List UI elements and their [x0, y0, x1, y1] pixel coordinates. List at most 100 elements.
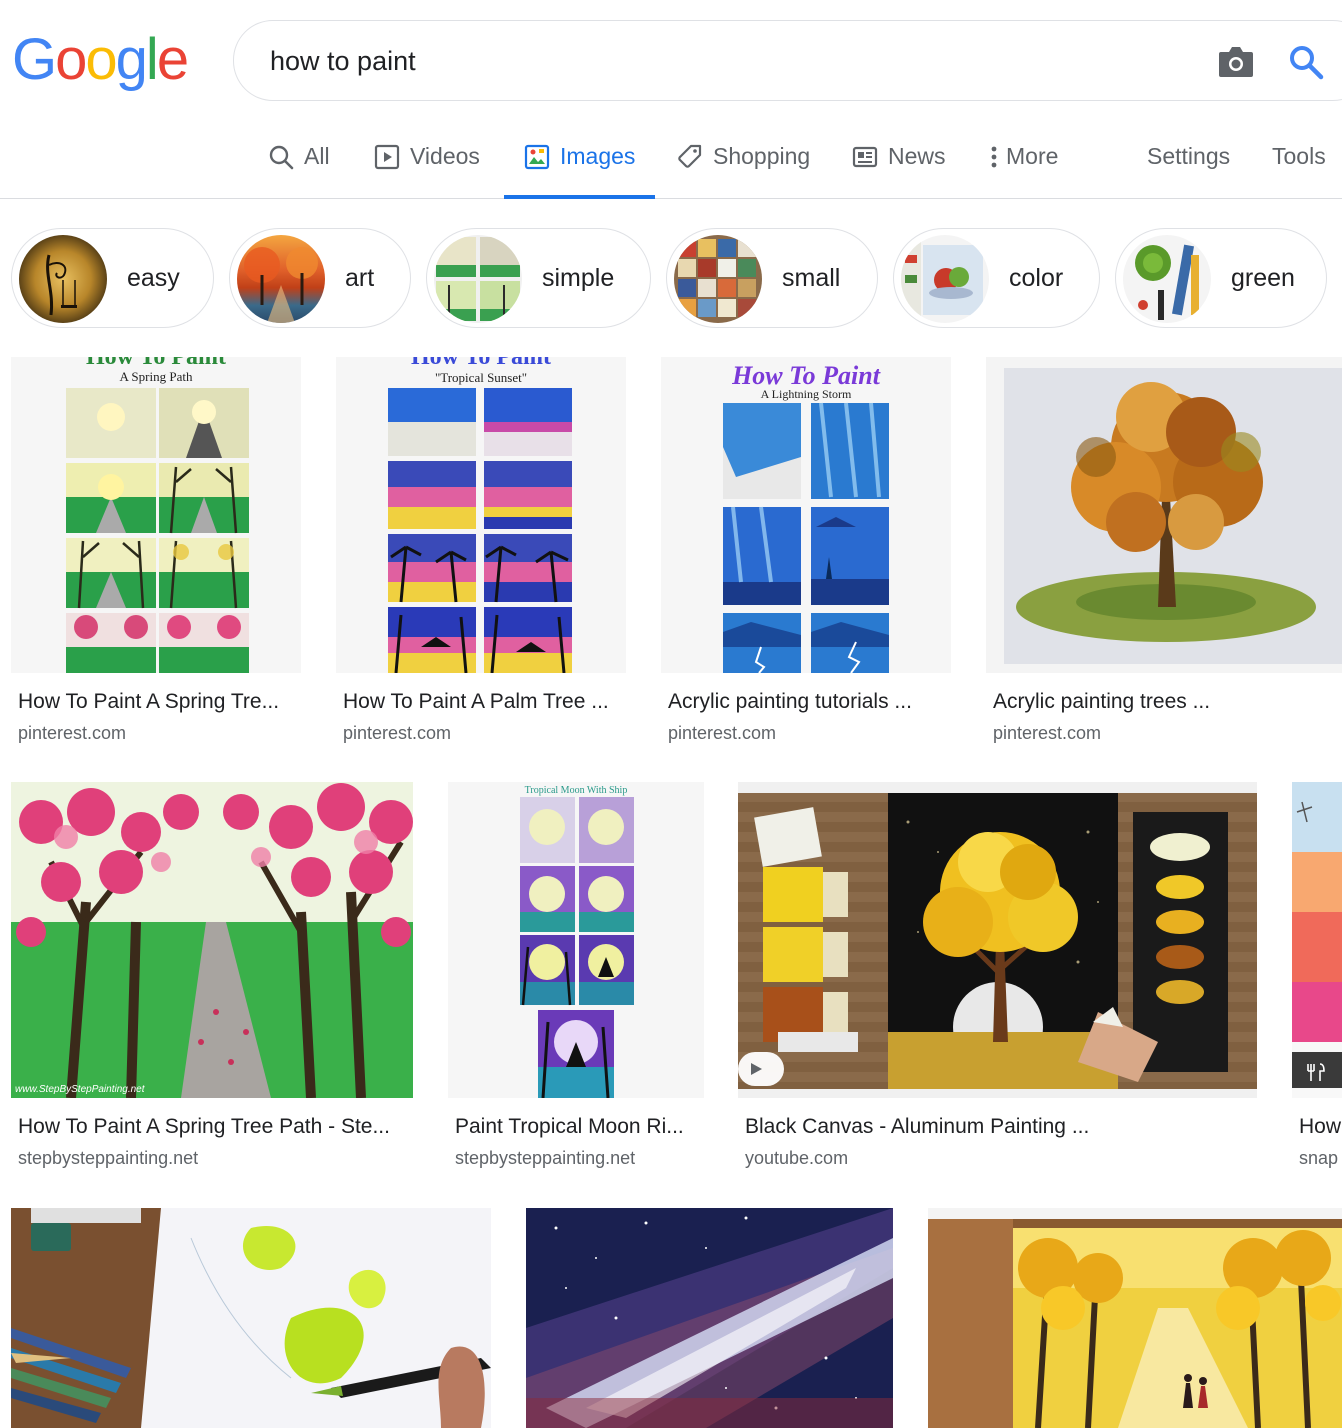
svg-text:Tropical Moon With Ship: Tropical Moon With Ship	[525, 785, 628, 796]
logo-letter-g2: g	[115, 27, 148, 92]
play-icon	[751, 1063, 762, 1075]
result-title: How To Paint A Spring Tree Path - Ste...	[18, 1115, 390, 1138]
result-domain: pinterest.com	[18, 723, 127, 743]
chip-green-label: green	[1231, 264, 1295, 292]
result-tile[interactable]: How To Paint A Lightning Storm Acrylic p…	[661, 357, 951, 757]
result-tile[interactable]: How To Paint A Spring Path How To Paint …	[11, 357, 301, 757]
chip-art[interactable]: art	[229, 228, 411, 328]
chip-easy-thumbnail	[19, 235, 107, 323]
tab-more-label: More	[1006, 143, 1059, 169]
logo-letter-o1: o	[55, 27, 87, 92]
tab-videos-label: Videos	[410, 143, 480, 169]
chip-art-label: art	[345, 264, 375, 292]
chip-green[interactable]: green	[1115, 228, 1327, 328]
search-input[interactable]	[270, 43, 1170, 79]
video-icon	[374, 144, 400, 176]
chip-simple-thumbnail	[434, 235, 522, 323]
video-play-badge	[738, 1052, 784, 1086]
chip-color[interactable]: color	[893, 228, 1100, 328]
tools-link[interactable]: Tools	[1272, 130, 1326, 198]
result-thumbnail	[1292, 782, 1342, 1098]
search-tabs: All Videos Images Shopping News More Set…	[0, 130, 1342, 199]
result-tile[interactable]: How snap	[1292, 782, 1342, 1182]
chip-small-label: small	[782, 264, 841, 292]
result-domain: pinterest.com	[993, 723, 1102, 743]
more-vertical-icon	[988, 144, 1000, 176]
result-tile[interactable]: How To Paint "Tropical Sunset" How To Pa…	[336, 357, 626, 757]
result-tile[interactable]: Black Canvas - Aluminum Painting ... you…	[738, 782, 1257, 1182]
image-icon	[524, 144, 550, 176]
svg-text:"Tropical Sunset": "Tropical Sunset"	[435, 370, 527, 385]
tab-videos[interactable]: Videos	[374, 130, 480, 198]
svg-text:How To Paint: How To Paint	[411, 357, 551, 370]
result-title: Paint Tropical Moon Ri...	[455, 1115, 684, 1138]
result-thumbnail: Tropical Moon With Ship	[448, 782, 704, 1098]
result-domain: pinterest.com	[668, 723, 777, 743]
settings-label: Settings	[1147, 143, 1231, 169]
result-title: Black Canvas - Aluminum Painting ...	[745, 1115, 1090, 1138]
result-title: Acrylic painting trees ...	[993, 690, 1211, 713]
result-thumbnail	[11, 1208, 491, 1428]
logo-letter-g: G	[12, 27, 57, 92]
restaurant-icon	[1304, 1062, 1328, 1082]
result-thumbnail: How To Paint "Tropical Sunset"	[336, 357, 626, 673]
google-images-page: Google All Videos Images Shopping	[0, 0, 1342, 1428]
tools-label: Tools	[1272, 143, 1326, 169]
tab-all-label: All	[304, 143, 330, 169]
result-tile[interactable]: Acrylic painting trees ... pinterest.com	[986, 357, 1342, 757]
google-logo[interactable]: Google	[12, 27, 189, 92]
result-domain: stepbysteppainting.net	[18, 1148, 199, 1168]
chip-green-thumbnail	[1123, 235, 1211, 323]
result-tile[interactable]: www.StepByStepPainting.net How To Paint …	[11, 782, 413, 1182]
result-title: How	[1299, 1115, 1342, 1138]
chip-simple[interactable]: simple	[426, 228, 651, 328]
logo-letter-l: l	[145, 27, 159, 92]
chip-easy[interactable]: easy	[11, 228, 214, 328]
tab-news-label: News	[888, 143, 946, 169]
svg-text:www.StepByStepPainting.net: www.StepByStepPainting.net	[15, 1084, 146, 1095]
result-domain: snap	[1299, 1148, 1339, 1168]
tag-icon	[677, 144, 703, 176]
result-tile[interactable]	[526, 1208, 893, 1428]
tab-shopping[interactable]: Shopping	[677, 130, 810, 198]
result-domain: youtube.com	[745, 1148, 849, 1168]
result-domain: stepbysteppainting.net	[455, 1148, 636, 1168]
svg-text:How To Paint: How To Paint	[731, 361, 881, 390]
tab-news[interactable]: News	[852, 130, 946, 198]
result-thumbnail	[526, 1208, 893, 1428]
chip-small[interactable]: small	[666, 228, 878, 328]
result-title: How To Paint A Spring Tre...	[18, 690, 280, 713]
result-thumbnail: www.StepByStepPainting.net	[11, 782, 413, 1098]
result-thumbnail	[738, 782, 1257, 1098]
chip-art-thumbnail	[237, 235, 325, 323]
result-thumbnail: How To Paint A Spring Path	[11, 357, 301, 673]
chip-small-thumbnail	[674, 235, 762, 323]
tab-more[interactable]: More	[988, 130, 1058, 198]
logo-letter-e: e	[156, 27, 189, 92]
chip-color-thumbnail	[901, 235, 989, 323]
result-tile[interactable]	[928, 1208, 1342, 1428]
search-box	[233, 20, 1342, 101]
chip-simple-label: simple	[542, 264, 615, 292]
tab-shopping-label: Shopping	[713, 143, 811, 169]
chip-color-label: color	[1009, 264, 1064, 292]
tab-images-label: Images	[560, 143, 636, 169]
search-icon[interactable]	[1286, 42, 1326, 82]
tab-images[interactable]: Images	[504, 130, 655, 199]
result-thumbnail	[928, 1208, 1342, 1428]
tab-all[interactable]: All	[268, 130, 330, 198]
camera-icon[interactable]	[1216, 43, 1256, 81]
result-thumbnail	[986, 357, 1342, 673]
chip-easy-label: easy	[127, 264, 180, 292]
svg-text:A Spring Path: A Spring Path	[120, 369, 193, 384]
result-thumbnail: How To Paint A Lightning Storm	[661, 357, 951, 673]
result-tile[interactable]	[11, 1208, 491, 1428]
settings-link[interactable]: Settings	[1147, 130, 1230, 198]
search-icon	[268, 144, 294, 176]
result-title: Acrylic painting tutorials ...	[668, 690, 912, 713]
result-tile[interactable]: Tropical Moon With Ship Paint Tropical M…	[448, 782, 704, 1182]
result-domain: pinterest.com	[343, 723, 452, 743]
news-icon	[852, 144, 878, 176]
result-title: How To Paint A Palm Tree ...	[343, 690, 609, 713]
svg-text:A Lightning Storm: A Lightning Storm	[761, 387, 852, 401]
